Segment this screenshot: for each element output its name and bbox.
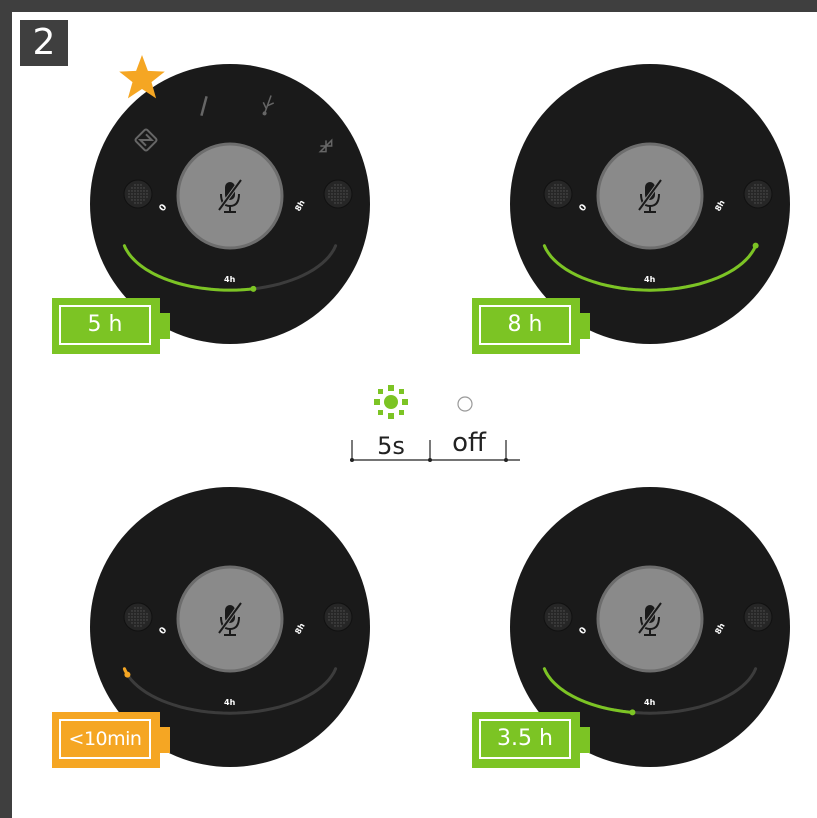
scale-label-mid: 4h (224, 275, 236, 284)
battery-label: 8 h (479, 305, 571, 345)
speaker-grille (543, 602, 573, 632)
battery-arc-marker (752, 242, 759, 249)
led-on-core (384, 395, 398, 409)
battery-terminal (160, 727, 170, 753)
battery-terminal (580, 727, 590, 753)
led-off-label: off (452, 428, 486, 458)
battery-arc-marker (629, 709, 636, 716)
speaker-grille (743, 602, 773, 632)
battery-label: 5 h (59, 305, 151, 345)
battery-arc-marker (250, 285, 257, 292)
speaker-grille (543, 179, 573, 209)
speaker-grille (323, 179, 353, 209)
step-number: 2 (20, 20, 68, 66)
battery-terminal (160, 313, 170, 339)
led-on-icon (374, 385, 408, 419)
battery-label: <10min (59, 719, 151, 759)
led-off-icon (457, 396, 473, 412)
speaker-grille (123, 602, 153, 632)
speaker-grille (123, 179, 153, 209)
led-on-duration-label: 5s (377, 432, 405, 460)
speaker-grille (323, 602, 353, 632)
scale-label-mid: 4h (644, 275, 656, 284)
scale-label-mid: 4h (644, 698, 656, 707)
battery-label: 3.5 h (479, 719, 571, 759)
led-timing-legend: 5s off (340, 380, 530, 470)
speaker-grille (743, 179, 773, 209)
battery-arc-marker (124, 671, 131, 678)
scale-label-mid: 4h (224, 698, 236, 707)
battery-terminal (580, 313, 590, 339)
